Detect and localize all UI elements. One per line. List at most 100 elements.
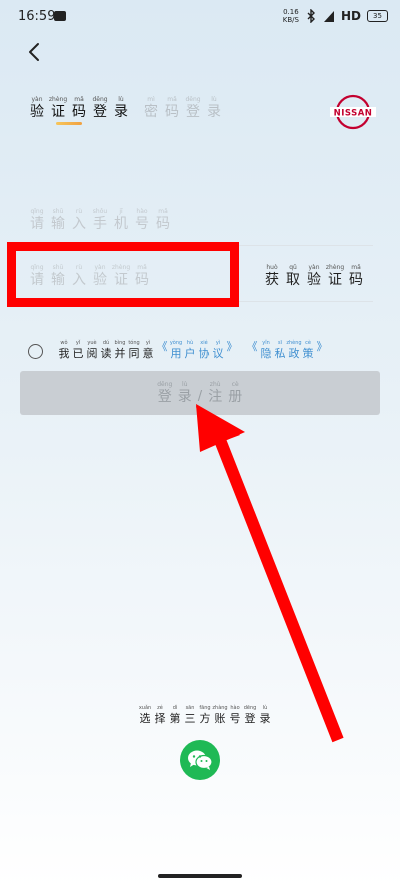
hanzi: 获 <box>265 272 279 288</box>
hanzi: 读 <box>100 347 112 360</box>
hanzi: 码 <box>156 216 170 232</box>
pinyin: dēng <box>92 96 108 103</box>
hanzi: 》 <box>316 340 328 353</box>
chevron-left-icon <box>29 43 39 61</box>
ruby-char: 》 <box>315 340 329 361</box>
ruby-char: dēng 登 <box>91 96 109 121</box>
hanzi: 阅 <box>86 347 98 360</box>
ruby-char: yì 议 <box>211 340 225 361</box>
tab-active-indicator <box>56 122 82 125</box>
nissan-logo: NISSAN <box>330 94 376 130</box>
hanzi: 录 <box>259 712 271 725</box>
hanzi: 协 <box>198 347 210 360</box>
hanzi: 登 <box>93 104 107 120</box>
user-agreement-link[interactable]: 《 yòng 用 hù 户 xié 协 yì 议》 <box>155 340 239 361</box>
pinyin: yòng <box>169 340 183 346</box>
back-button[interactable] <box>22 40 46 64</box>
hanzi: 号 <box>229 712 241 725</box>
pinyin: zhèng <box>48 96 68 103</box>
ruby-char: lù 录 <box>258 705 272 726</box>
ruby-char: zhèng 政 <box>286 340 302 361</box>
agreement-text: wǒ 我 yǐ 已 yuè 阅 dú 读 bìng 并 tóng 同 yì 意 <box>57 340 155 361</box>
hanzi: 码 <box>349 272 363 288</box>
ruby-char: mǎ 码 <box>154 208 172 233</box>
ruby-char: 《 <box>245 340 259 361</box>
hanzi: 登 <box>244 712 256 725</box>
pinyin: yì <box>215 340 221 346</box>
ruby-char: dú 读 <box>99 340 113 361</box>
ruby-char: mǎ 码 <box>163 96 181 121</box>
hanzi: 第 <box>169 712 181 725</box>
pinyin: dēng <box>243 705 257 711</box>
hanzi: 注 <box>208 388 223 405</box>
pinyin: dú <box>102 340 110 346</box>
hanzi: 手 <box>93 216 107 232</box>
pinyin: lù <box>262 705 268 711</box>
network-speed: 0.16 KB/S <box>282 8 299 24</box>
hanzi: 策 <box>302 347 314 360</box>
ruby-char: zé 择 <box>153 705 167 726</box>
hanzi: 《 <box>156 340 168 353</box>
ruby-char: yǐn 隐 <box>259 340 273 361</box>
ruby-char: yuè 阅 <box>85 340 99 361</box>
wechat-login-button[interactable] <box>180 740 220 780</box>
ruby-char: yì 意 <box>141 340 155 361</box>
login-separator: / <box>197 388 203 404</box>
hanzi: 验 <box>307 272 321 288</box>
ruby-char: mǎ 码 <box>70 96 88 121</box>
bluetooth-icon <box>307 9 315 23</box>
hanzi: 取 <box>286 272 300 288</box>
login-register-button[interactable]: dēng 登 lù 录 / zhù 注 cè 册 <box>20 371 380 415</box>
get-code-button[interactable]: huò 获 qǔ 取 yàn 验 zhèng 证 mǎ 码 <box>263 264 365 289</box>
ruby-char: lù 录 <box>205 96 223 121</box>
hanzi: 同 <box>128 347 140 360</box>
hanzi: 请 <box>30 216 44 232</box>
login-label: dēng 登 lù 录 <box>156 381 194 406</box>
hanzi: 入 <box>72 216 86 232</box>
pinyin: bìng <box>114 340 126 346</box>
hanzi: 证 <box>51 104 65 120</box>
pinyin: mǎ <box>167 96 177 103</box>
ruby-char: hào 号 <box>133 208 151 233</box>
pinyin: shū <box>52 208 64 215</box>
pinyin: jī <box>119 208 123 215</box>
pinyin: cè <box>305 340 311 346</box>
phone-input[interactable]: qǐng 请 shū 输 rù 入 shǒu 手 jī 机 hào 号 mǎ 码 <box>28 190 373 246</box>
hanzi: 议 <box>212 347 224 360</box>
ruby-char: mǎ 码 <box>347 264 365 289</box>
pinyin: shǒu <box>92 208 108 215</box>
pinyin: mǎ <box>351 264 361 271</box>
pinyin: lù <box>118 96 124 103</box>
ruby-char: lù 录 <box>112 96 130 121</box>
notification-icon <box>54 11 66 21</box>
signal-icon <box>323 11 334 22</box>
pinyin: zhèng <box>286 340 302 346</box>
pinyin: zé <box>157 705 163 711</box>
ruby-char: dēng 登 <box>184 96 202 121</box>
tab-password-login[interactable]: mì 密 mǎ 码 dēng 登 lù 录 <box>142 96 223 121</box>
agree-radio[interactable] <box>28 344 43 359</box>
ruby-char: dēng 登 <box>156 381 174 406</box>
ruby-char: shǒu 手 <box>91 208 109 233</box>
pinyin: qǐng <box>30 208 44 215</box>
privacy-policy-link[interactable]: 《 yǐn 隐 sī 私 zhèng 政 cè 策》 <box>245 340 329 361</box>
ruby-char: cè 册 <box>226 381 244 406</box>
pinyin: hù <box>186 340 194 346</box>
pinyin: mǎ <box>158 208 168 215</box>
ruby-char: zhèng 证 <box>49 96 67 121</box>
ruby-char: yǐ 已 <box>71 340 85 361</box>
hanzi: 录 <box>207 104 221 120</box>
ruby-char: fāng 方 <box>198 705 212 726</box>
hanzi: 已 <box>72 347 84 360</box>
status-time: 16:59 <box>18 9 56 24</box>
ruby-char: qǔ 取 <box>284 264 302 289</box>
hanzi: 政 <box>288 347 300 360</box>
hanzi: 私 <box>274 347 286 360</box>
ruby-char: zhèng 证 <box>326 264 344 289</box>
pinyin: sī <box>278 340 282 346</box>
tab-sms-code-login[interactable]: yàn 验 zhèng 证 mǎ 码 dēng 登 lù 录 <box>28 96 130 121</box>
pinyin: cè <box>231 380 239 388</box>
pinyin: dēng <box>157 380 173 388</box>
pinyin: hào <box>136 208 148 215</box>
hanzi: 录 <box>177 388 192 405</box>
